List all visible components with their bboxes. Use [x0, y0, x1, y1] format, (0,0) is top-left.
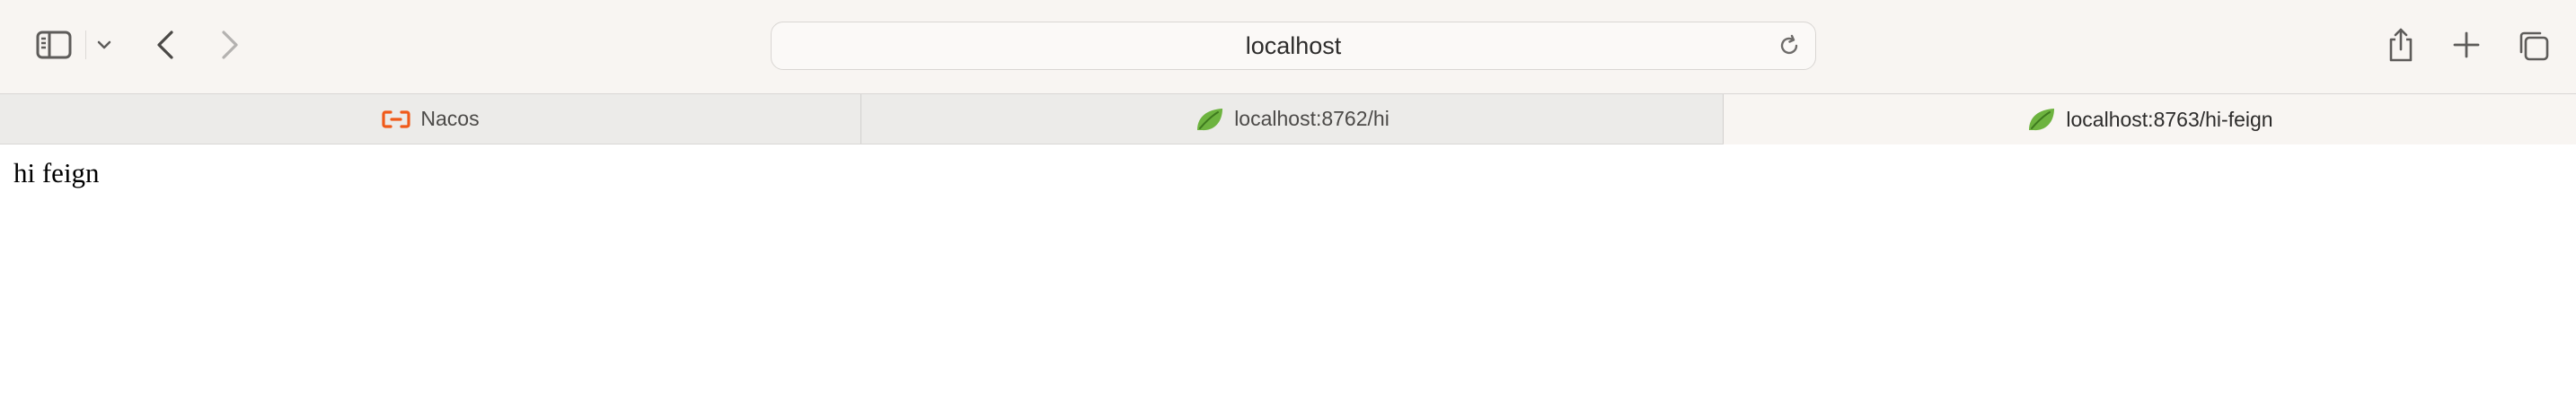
tab-overview-button[interactable] — [2515, 27, 2553, 65]
sidebar-toggle-button[interactable] — [32, 27, 75, 63]
plus-icon — [2453, 31, 2480, 58]
tab-nacos[interactable]: Nacos — [0, 94, 861, 144]
sidebar-menu-button[interactable] — [93, 31, 115, 59]
address-text: localhost — [1245, 31, 1342, 59]
toolbar-divider — [85, 31, 86, 59]
new-tab-button[interactable] — [2448, 27, 2484, 63]
page-content: hi feign — [0, 144, 2576, 420]
page-body-text: hi feign — [13, 157, 100, 188]
share-button[interactable] — [2382, 23, 2420, 66]
nacos-logo-icon — [381, 106, 411, 133]
tab-bar: Nacos localhost:8762/hi localhost:8763/h… — [0, 93, 2576, 144]
reload-button[interactable] — [1776, 32, 1803, 59]
share-icon — [2389, 28, 2413, 62]
address-bar[interactable]: localhost — [771, 22, 1816, 70]
tab-label: localhost:8763/hi-feign — [2066, 107, 2273, 131]
browser-toolbar: localhost — [0, 0, 2576, 93]
tab-localhost-8762[interactable]: localhost:8762/hi — [861, 94, 1724, 144]
chevron-left-icon — [157, 31, 173, 59]
tab-label: localhost:8762/hi — [1234, 107, 1389, 130]
tab-label: Nacos — [420, 107, 480, 130]
sidebar-icon — [36, 31, 72, 59]
spring-leaf-icon — [2026, 106, 2057, 133]
tab-overview-icon — [2519, 31, 2549, 61]
reload-icon — [1780, 34, 1798, 55]
spring-leaf-icon — [1195, 106, 1225, 133]
forward-button[interactable] — [212, 25, 248, 65]
chevron-right-icon — [222, 31, 238, 59]
tab-localhost-8763-active[interactable]: localhost:8763/hi-feign — [1724, 94, 2576, 144]
chevron-down-icon — [97, 40, 111, 49]
back-button[interactable] — [147, 25, 183, 65]
